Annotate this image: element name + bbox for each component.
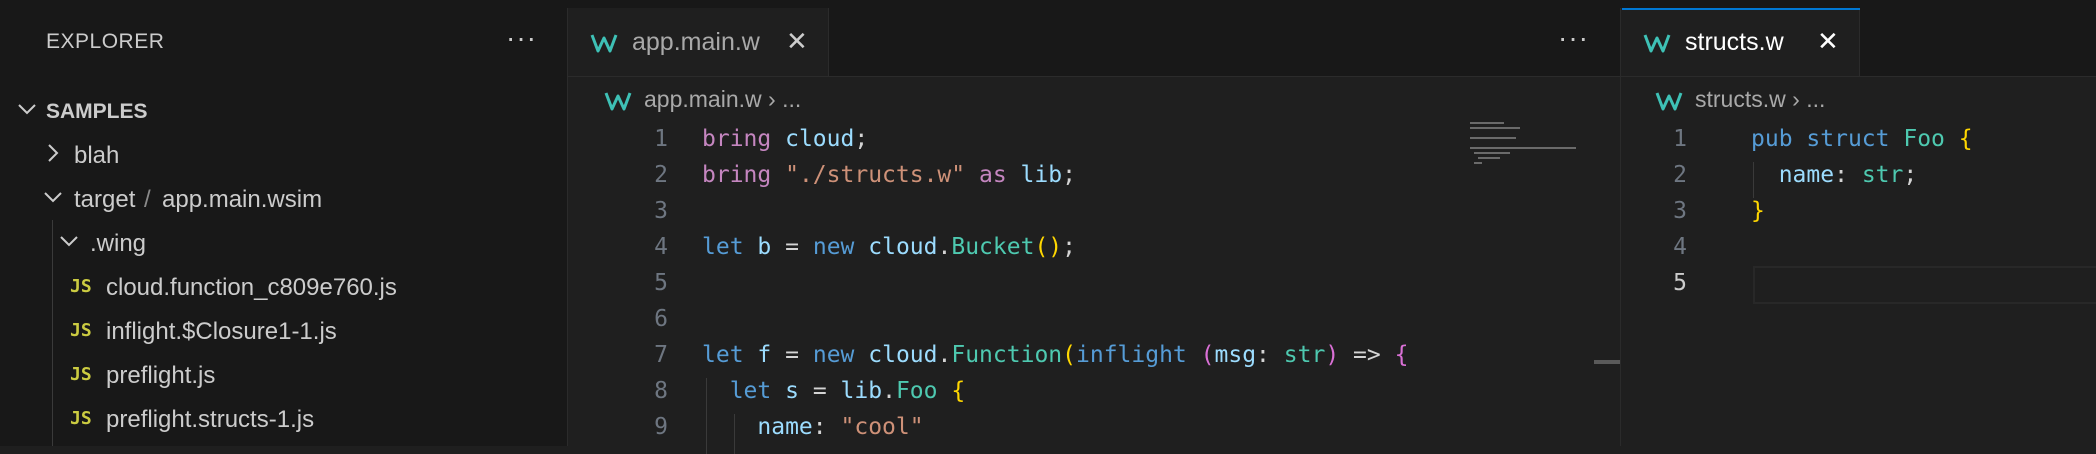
js-file-icon: JS [70, 364, 92, 385]
js-file-icon: JS [70, 276, 92, 297]
line-number: 3 [1673, 198, 1687, 224]
line-number: 2 [1673, 162, 1687, 188]
tree-item-label-compact: app.main.wsim [162, 186, 323, 213]
section-label: SAMPLES [46, 100, 148, 123]
tab-structs[interactable]: structs.w ✕ [1621, 8, 1860, 76]
tree-item-label: .wing [90, 230, 147, 257]
tree-item-label: preflight.structs-1.js [106, 406, 315, 433]
indent-guide [734, 414, 735, 454]
line-number: 7 [654, 342, 668, 368]
explorer-sidebar: EXPLORER ··· SAMPLES blah target / app.m… [0, 8, 568, 446]
breadcrumb-separator: › [1785, 86, 1807, 112]
indent-guide [706, 378, 707, 454]
tab-label: structs.w [1685, 28, 1784, 56]
js-file-icon: JS [70, 320, 92, 341]
chevron-down-icon [60, 236, 78, 247]
explorer-more-actions-icon[interactable]: ··· [506, 22, 537, 54]
line-number: 8 [654, 378, 668, 404]
line-number: 5 [654, 270, 668, 296]
wing-file-icon [1643, 34, 1671, 53]
line-number: 4 [1673, 234, 1687, 260]
breadcrumb-file: app.main.w [644, 86, 762, 112]
code-line: pub struct Foo { [1751, 126, 1973, 152]
breadcrumb-file: structs.w [1695, 86, 1786, 112]
breadcrumb-text: structs.w › ... [1695, 86, 1825, 113]
chevron-right-icon [48, 144, 59, 162]
editor-more-actions-icon[interactable]: ··· [1558, 22, 1589, 54]
tree-item-wing[interactable]: .wing [0, 220, 567, 264]
wing-file-icon [590, 34, 618, 53]
tree-item-label: inflight.$Closure1-1.js [106, 318, 337, 345]
line-number: 2 [654, 162, 668, 188]
close-tab-icon[interactable]: ✕ [786, 26, 808, 57]
wing-file-icon [1655, 92, 1683, 111]
tree-item-file[interactable]: JS preflight.js [0, 352, 567, 396]
line-number: 1 [1673, 126, 1687, 152]
breadcrumb-separator: › [761, 86, 783, 112]
code-line: let b = new cloud.Bucket(); [702, 234, 1077, 260]
chevron-down-icon [44, 192, 62, 203]
close-tab-icon[interactable]: ✕ [1817, 26, 1839, 57]
explorer-title: EXPLORER [46, 30, 165, 53]
active-tab-indicator [1622, 8, 1860, 10]
indent-guide [1753, 162, 1754, 198]
scrollbar-thumb[interactable] [1594, 360, 1620, 364]
editor-group-right: structs.w ✕ structs.w › ... 1 2 3 4 5 pu… [1621, 8, 2096, 446]
code-line: name: str; [1778, 162, 1918, 188]
line-number-current: 5 [1673, 270, 1687, 296]
tree-item-label: target [74, 186, 136, 213]
tree-item-label: preflight.js [106, 362, 216, 389]
tab-bar: structs.w ✕ [1621, 8, 2096, 77]
tree-item-file[interactable]: JS inflight.$Closure1-1.js [0, 308, 567, 352]
current-line-highlight [1753, 266, 2096, 304]
tab-label: app.main.w [632, 28, 760, 56]
code-line: } [1751, 198, 1765, 224]
tree-item-label: cloud.function_c809e760.js [106, 274, 397, 301]
editor-group-left: app.main.w ✕ ··· app.main.w › ... 1 2 3 … [568, 8, 1620, 454]
breadcrumb-rest: ... [1806, 86, 1826, 112]
code-line: bring "./structs.w" as lib; [702, 162, 1076, 188]
line-number: 4 [654, 234, 668, 260]
tree-item-file[interactable]: JS cloud.function_c809e760.js [0, 264, 567, 308]
line-number: 1 [654, 126, 668, 152]
tree-item-label: blah [74, 142, 120, 169]
section-samples[interactable]: SAMPLES [0, 88, 567, 132]
line-number: 3 [654, 198, 668, 224]
path-separator: / [144, 186, 151, 213]
js-file-icon: JS [70, 408, 92, 429]
tab-bar: app.main.w ✕ ··· [568, 8, 1620, 77]
tree-item-blah[interactable]: blah [0, 132, 567, 176]
code-line: let s = lib.Foo { [729, 378, 966, 404]
tab-app-main[interactable]: app.main.w ✕ [568, 8, 829, 76]
breadcrumb-text: app.main.w › ... [644, 86, 801, 113]
breadcrumb-rest: ... [782, 86, 802, 112]
tree-item-target[interactable]: target / app.main.wsim [0, 176, 567, 220]
tree-item-file[interactable]: JS preflight.structs-1.js [0, 396, 567, 440]
chevron-down-icon [18, 104, 36, 115]
wing-file-icon [604, 92, 632, 111]
code-line: let f = new cloud.Function(inflight (msg… [702, 342, 1409, 368]
line-number: 6 [654, 306, 668, 332]
minimap[interactable] [1468, 120, 1588, 180]
code-line: bring cloud; [702, 126, 869, 152]
code-line: name: "cool" [757, 414, 924, 440]
line-number: 9 [654, 414, 668, 440]
